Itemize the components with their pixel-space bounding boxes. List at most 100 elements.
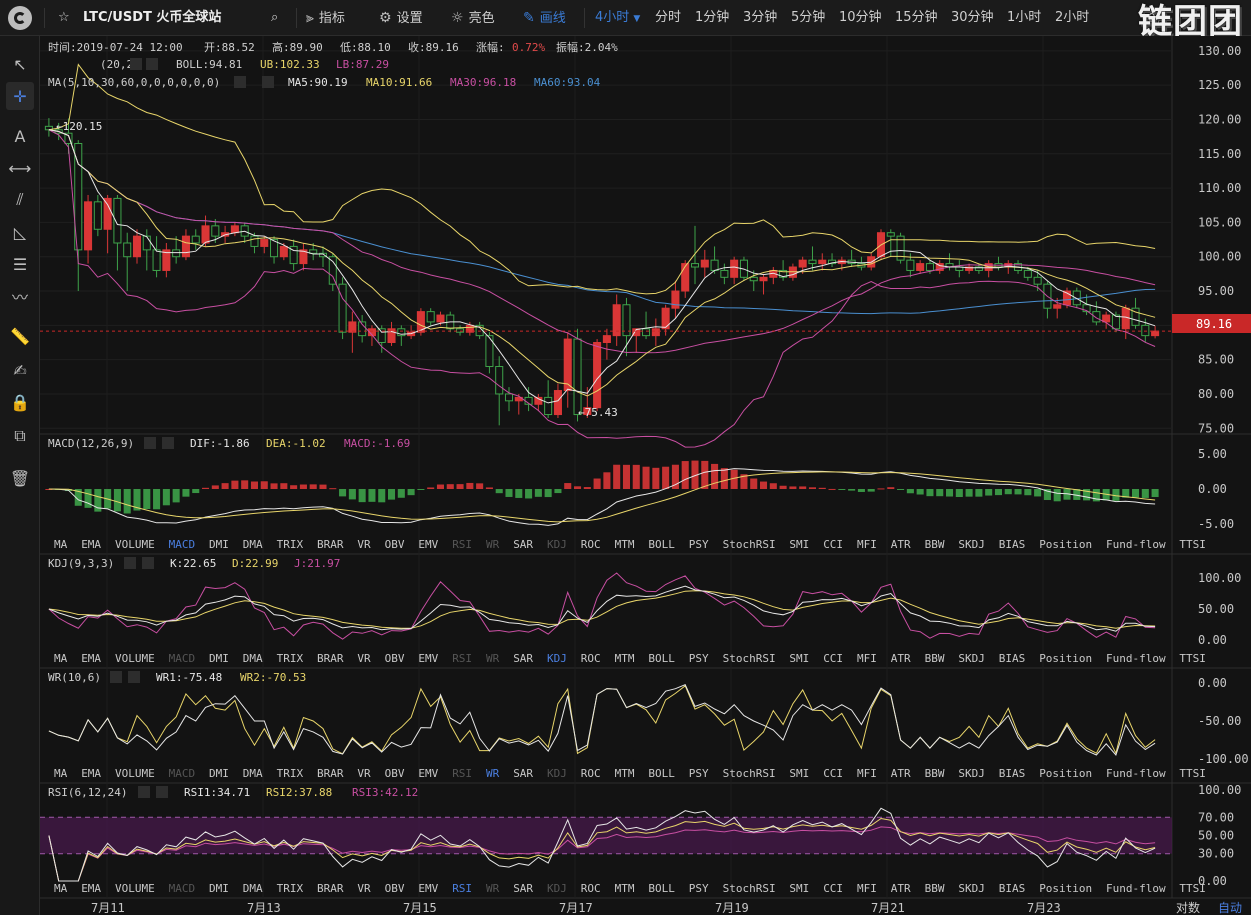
- indicator-tab[interactable]: MTM: [615, 882, 635, 895]
- indicator-tab[interactable]: Fund-flow: [1106, 882, 1166, 895]
- indicator-tab[interactable]: EMV: [418, 882, 438, 895]
- indicator-tab[interactable]: SKDJ: [958, 538, 985, 551]
- indicator-tab[interactable]: Fund-flow: [1106, 767, 1166, 780]
- indicator-tab[interactable]: PSY: [689, 538, 709, 551]
- indicator-tab[interactable]: PSY: [689, 652, 709, 665]
- indicator-tab[interactable]: DMI: [209, 882, 229, 895]
- symbol-title[interactable]: LTC/USDT 火币全球站: [83, 0, 221, 36]
- auto-scale-toggle[interactable]: 自动: [1218, 901, 1242, 915]
- indicator-tab[interactable]: EMA: [81, 767, 101, 780]
- settings-button[interactable]: ⚙ 设置: [379, 0, 423, 36]
- indicator-tab[interactable]: CCI: [823, 538, 843, 551]
- draw-button[interactable]: ✎ 画线: [523, 0, 566, 36]
- indicator-tab[interactable]: BOLL: [648, 767, 675, 780]
- indicator-tab[interactable]: MFI: [857, 882, 877, 895]
- indicator-tab[interactable]: RSI: [452, 767, 472, 780]
- indicator-tab[interactable]: TRIX: [277, 767, 304, 780]
- rsi-settings-icon[interactable]: [138, 786, 150, 798]
- interval-tab[interactable]: 1分钟: [695, 0, 729, 36]
- lock-icon[interactable]: 🔒: [6, 388, 34, 416]
- indicator-tab[interactable]: EMA: [81, 652, 101, 665]
- indicator-tab[interactable]: WR: [486, 538, 500, 551]
- indicator-tab[interactable]: TTSI: [1179, 882, 1206, 895]
- indicator-tab[interactable]: TRIX: [277, 538, 304, 551]
- indicator-tab[interactable]: OBV: [385, 652, 405, 665]
- indicator-tab[interactable]: DMA: [243, 652, 263, 665]
- indicator-tab[interactable]: SMI: [789, 882, 809, 895]
- indicator-tab[interactable]: BIAS: [999, 767, 1026, 780]
- indicator-tab[interactable]: KDJ: [547, 882, 567, 895]
- indicator-tab[interactable]: OBV: [385, 767, 405, 780]
- indicator-tab[interactable]: MACD: [169, 767, 196, 780]
- indicator-tab[interactable]: PSY: [689, 767, 709, 780]
- indicator-tab[interactable]: VOLUME: [115, 767, 155, 780]
- indicator-tab[interactable]: VOLUME: [115, 882, 155, 895]
- boll-close-icon[interactable]: [146, 58, 158, 70]
- indicator-tab[interactable]: BIAS: [999, 882, 1026, 895]
- ma-settings-icon[interactable]: [234, 76, 246, 88]
- indicator-tab[interactable]: TTSI: [1179, 538, 1206, 551]
- kdj-settings-icon[interactable]: [124, 557, 136, 569]
- indicator-tab[interactable]: Fund-flow: [1106, 652, 1166, 665]
- indicator-tab[interactable]: OBV: [385, 882, 405, 895]
- indicator-tab[interactable]: BBW: [925, 652, 945, 665]
- indicator-tab[interactable]: DMI: [209, 767, 229, 780]
- indicator-tab[interactable]: Position: [1039, 882, 1092, 895]
- indicator-tab[interactable]: EMA: [81, 538, 101, 551]
- interval-tab[interactable]: 3分钟: [743, 0, 777, 36]
- indicator-tab[interactable]: SAR: [513, 882, 533, 895]
- interval-tab[interactable]: 1小时: [1007, 0, 1041, 36]
- indicator-tab[interactable]: StochRSI: [723, 882, 776, 895]
- macd-close-icon[interactable]: [162, 437, 174, 449]
- indicator-tab[interactable]: MACD: [169, 538, 196, 551]
- indicator-tab[interactable]: VOLUME: [115, 538, 155, 551]
- indicator-tab[interactable]: OBV: [385, 538, 405, 551]
- indicator-tab[interactable]: VR: [357, 538, 371, 551]
- horizontal-line-icon[interactable]: ⟷: [6, 154, 34, 182]
- indicator-tab[interactable]: PSY: [689, 882, 709, 895]
- parallel-channel-icon[interactable]: ⫽: [6, 186, 34, 214]
- indicator-tab[interactable]: MFI: [857, 538, 877, 551]
- indicator-tab[interactable]: Position: [1039, 538, 1092, 551]
- visibility-icon[interactable]: ⧉: [6, 422, 34, 450]
- indicator-tab[interactable]: SMI: [789, 767, 809, 780]
- indicator-tab[interactable]: EMV: [418, 652, 438, 665]
- indicator-tab[interactable]: CCI: [823, 652, 843, 665]
- indicator-tab[interactable]: RSI: [452, 538, 472, 551]
- fibonacci-icon[interactable]: ☰: [6, 250, 34, 278]
- indicator-tab[interactable]: DMA: [243, 767, 263, 780]
- indicator-tab[interactable]: MA: [54, 538, 68, 551]
- indicator-tab[interactable]: ATR: [891, 652, 911, 665]
- indicator-tab[interactable]: VR: [357, 652, 371, 665]
- indicator-tab[interactable]: Position: [1039, 652, 1092, 665]
- indicator-tab[interactable]: BRAR: [317, 767, 344, 780]
- indicator-tab[interactable]: SMI: [789, 652, 809, 665]
- brush-icon[interactable]: ✍: [6, 356, 34, 384]
- indicator-tab[interactable]: Position: [1039, 767, 1092, 780]
- indicator-tab[interactable]: KDJ: [547, 767, 567, 780]
- indicator-tab[interactable]: BIAS: [999, 538, 1026, 551]
- indicator-tab[interactable]: BRAR: [317, 882, 344, 895]
- cursor-arrow-icon[interactable]: ↖: [6, 50, 34, 78]
- search-icon[interactable]: ⌕: [271, 0, 278, 36]
- favorite-star-icon[interactable]: ☆: [58, 0, 70, 36]
- indicator-tab[interactable]: StochRSI: [723, 652, 776, 665]
- wave-pattern-icon[interactable]: 〰: [6, 282, 34, 310]
- indicator-tab[interactable]: BBW: [925, 538, 945, 551]
- indicator-tab[interactable]: VR: [357, 767, 371, 780]
- indicator-tab[interactable]: RSI: [452, 882, 472, 895]
- indicator-tab[interactable]: WR: [486, 882, 500, 895]
- indicator-tab[interactable]: ROC: [581, 538, 601, 551]
- indicator-tab[interactable]: ROC: [581, 767, 601, 780]
- indicator-tab[interactable]: TRIX: [277, 882, 304, 895]
- interval-tab[interactable]: 5分钟: [791, 0, 825, 36]
- indicator-tab[interactable]: MTM: [615, 767, 635, 780]
- indicator-tab[interactable]: BRAR: [317, 538, 344, 551]
- indicator-tab[interactable]: TTSI: [1179, 767, 1206, 780]
- indicator-tab[interactable]: VR: [357, 882, 371, 895]
- indicator-tab[interactable]: MA: [54, 882, 68, 895]
- indicator-tab[interactable]: MA: [54, 767, 68, 780]
- indicator-tab[interactable]: BIAS: [999, 652, 1026, 665]
- indicator-tab[interactable]: SKDJ: [958, 767, 985, 780]
- indicator-tab[interactable]: ATR: [891, 767, 911, 780]
